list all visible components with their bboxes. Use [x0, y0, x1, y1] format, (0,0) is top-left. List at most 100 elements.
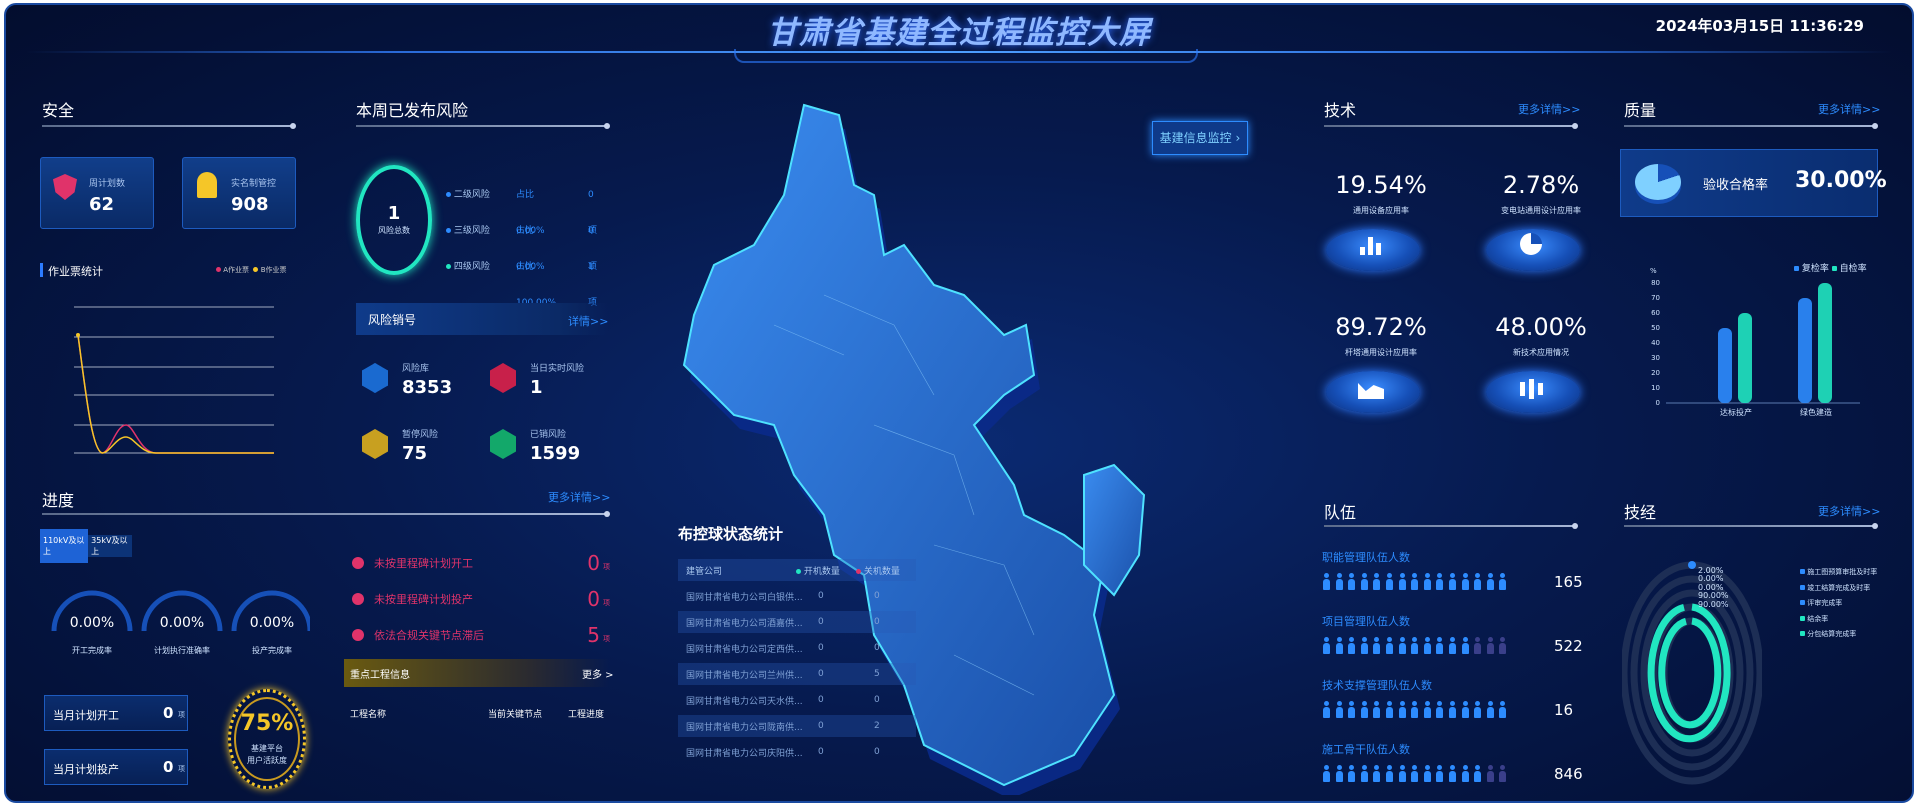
team-people-row: [1322, 573, 1542, 591]
ball-title: 布控球状态统计: [678, 525, 784, 543]
person-icon: [1385, 701, 1394, 718]
person-icon: [1385, 765, 1394, 782]
person-icon: [1322, 637, 1331, 654]
safety-card-realname[interactable]: 实名制管控 908: [182, 157, 296, 229]
ball-table-row: 国网甘肃省电力公司庆阳供... 0 0: [686, 747, 880, 759]
person-icon: [1372, 637, 1381, 654]
person-icon: [1335, 701, 1344, 718]
realtime-risk-value: 1: [530, 377, 543, 398]
tech-value-3: 89.72%: [1335, 313, 1427, 341]
gauge-plan-value: 0.00%: [159, 615, 205, 631]
pie-chart-icon: [1520, 233, 1542, 255]
team-row-value: 16: [1554, 701, 1574, 719]
person-icon: [1360, 765, 1369, 782]
person-icon: [1486, 765, 1495, 782]
y-tick-label: 20: [1651, 369, 1660, 377]
tech-value-4: 48.00%: [1495, 313, 1587, 341]
chart-title-mark: [40, 263, 43, 277]
paused-risk-value: 75: [402, 443, 428, 464]
person-icon: [1398, 637, 1407, 654]
infra-monitor-button[interactable]: 基建信息监控 ›: [1152, 121, 1248, 155]
safety-divider: [42, 123, 296, 129]
y-tick-label: 80: [1651, 279, 1660, 287]
category-label: 达标投产: [1720, 407, 1752, 417]
person-icon: [1461, 701, 1470, 718]
person-icon: [1398, 765, 1407, 782]
shield-icon: [53, 174, 77, 200]
person-icon: [1423, 573, 1432, 590]
tech-title: 技术: [1324, 101, 1357, 120]
risk-level-list: 二级风险占比 0.00%0项 三级风险占比 0.00%0项 四级风险占比 100…: [446, 177, 597, 308]
ticket-chart-title: 作业票统计: [48, 265, 103, 278]
techeco-title: 技经: [1624, 503, 1657, 522]
person-icon: [1498, 765, 1507, 782]
tab-110kv[interactable]: 110kV及以上: [40, 529, 89, 563]
team-row-label: 项目管理队伍人数: [1322, 615, 1410, 628]
risk-cancel-title: 风险销号: [368, 313, 417, 327]
team-row-label: 职能管理队伍人数: [1322, 551, 1410, 564]
risk-level-item: 四级风险占比 100.00%1项: [446, 249, 597, 308]
warning-icon: [352, 593, 364, 605]
dashboard-frame: 甘肃省基建全过程监控大屏 2024年03月15日 11:36:29 安全 周计划…: [4, 3, 1914, 803]
quality-more-link[interactable]: 更多详情>>: [1818, 101, 1880, 117]
progress-divider: [42, 511, 610, 517]
person-icon: [1448, 765, 1457, 782]
tech-more-link[interactable]: 更多详情>>: [1518, 101, 1580, 117]
acceptance-rate-card: 验收合格率 30.00%: [1620, 149, 1887, 217]
quality-legend: 复检率 自检率: [1794, 261, 1867, 274]
key-project-title: 重点工程信息: [350, 670, 410, 681]
gauge-start-value: 0.00%: [69, 615, 115, 631]
page-title: 甘肃省基建全过程监控大屏: [767, 15, 1151, 51]
ball-table-row: 国网甘肃省电力公司兰州供... 0 5: [678, 663, 916, 685]
person-icon: [1423, 765, 1432, 782]
person-icon: [1461, 637, 1470, 654]
tab-35kv[interactable]: 35kV及以上: [88, 529, 132, 563]
techeco-more-link[interactable]: 更多详情>>: [1818, 503, 1880, 519]
techeco-ring-chart: [1622, 561, 1762, 785]
person-icon: [1372, 701, 1381, 718]
safety-title: 安全: [42, 101, 75, 120]
y-tick-label: 50: [1651, 324, 1660, 332]
monthly-commission-box: 当月计划投产 0 项: [44, 749, 188, 785]
key-project-more-link[interactable]: 更多 >: [582, 666, 614, 681]
person-icon: [1473, 573, 1482, 590]
person-icon: [1435, 765, 1444, 782]
progress-more-link[interactable]: 更多详情>>: [548, 489, 610, 505]
alert-row: 未按里程碑计划开工 0 项: [352, 545, 610, 581]
ball-table-row: 国网甘肃省电力公司酒嘉供... 0 0: [678, 611, 916, 633]
team-title: 队伍: [1324, 503, 1357, 522]
person-icon: [1360, 637, 1369, 654]
person-icon: [1448, 701, 1457, 718]
person-icon: [1410, 765, 1419, 782]
risk-level-item: 三级风险 占比 0.00% 0项: [446, 213, 597, 272]
risk-library-icon: [362, 363, 388, 393]
risk-library-value: 8353: [402, 377, 453, 398]
person-icon: [1486, 701, 1495, 718]
safety-card-weekly-plan[interactable]: 周计划数 62: [40, 157, 154, 229]
person-icon: [1498, 637, 1507, 654]
person-icon: [1435, 573, 1444, 590]
progress-title: 进度: [42, 491, 75, 510]
person-icon: [1498, 573, 1507, 590]
person-icon: [1461, 765, 1470, 782]
person-icon: [1372, 573, 1381, 590]
risk-cancel-more-link[interactable]: 详情>>: [568, 313, 608, 329]
person-icon: [1473, 701, 1482, 718]
person-icon: [1398, 701, 1407, 718]
techeco-legend: 施工图预算审批及时率 竣工结算完成及时率 评审完成率 结余率 分包结算完成率: [1800, 565, 1877, 643]
person-icon: [1435, 637, 1444, 654]
monthly-start-box: 当月计划开工 0 项: [44, 695, 188, 731]
progress-tabs: 110kV及以上 35kV及以上: [40, 529, 132, 563]
person-icon: [1360, 573, 1369, 590]
risk-divider: [356, 123, 610, 129]
tech-value-2: 2.78%: [1502, 171, 1580, 199]
quality-title: 质量: [1624, 101, 1657, 120]
paused-risk-icon: [362, 429, 388, 459]
ball-table-row: 国网甘肃省电力公司定西供... 0 0: [686, 643, 880, 655]
tech-value-1: 19.54%: [1335, 171, 1427, 199]
title-bracket: [734, 49, 1198, 63]
person-icon: [1486, 637, 1495, 654]
ball-table-row: 国网甘肃省电力公司天水供... 0 0: [686, 695, 880, 707]
person-icon: [1335, 637, 1344, 654]
alert-row: 未按里程碑计划投产 0 项: [352, 581, 610, 617]
